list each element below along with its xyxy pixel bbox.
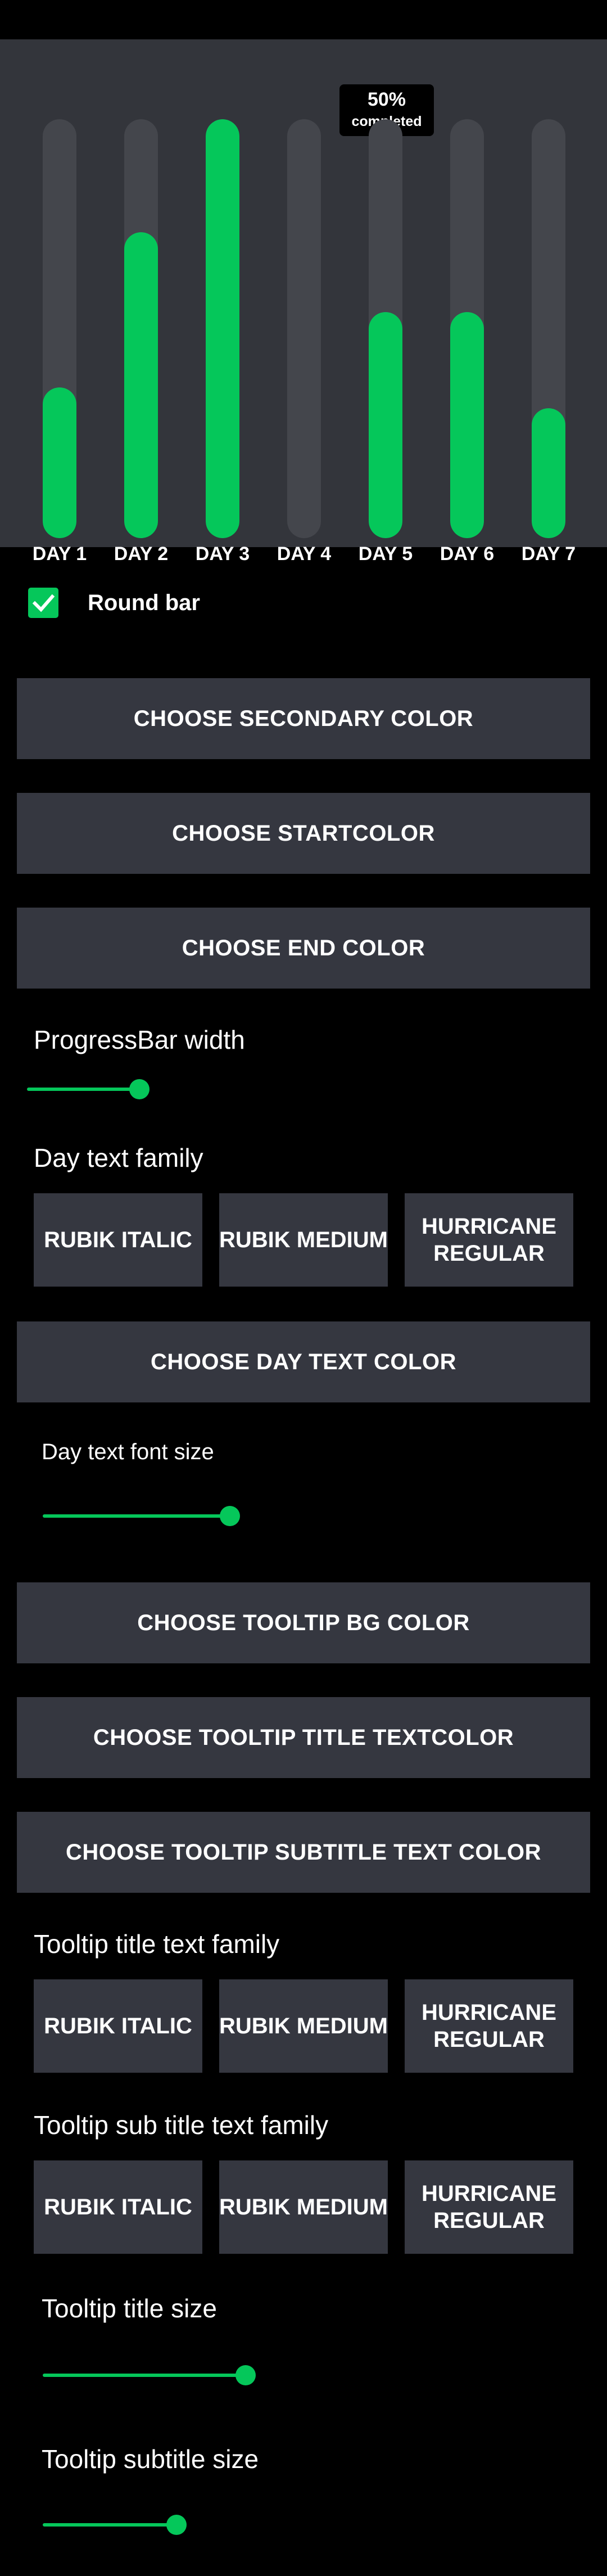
choose-end-color-button[interactable]: CHOOSE END COLOR — [17, 908, 590, 989]
day-label: DAY 6 — [440, 543, 495, 565]
option-label: HURRICANE — [422, 1214, 556, 1239]
bar-fill-day-6 — [450, 312, 484, 538]
tooltip-title-size-slider[interactable] — [43, 2364, 577, 2386]
round-bar-checkbox[interactable] — [28, 588, 58, 618]
progressbar-width-label: ProgressBar width — [34, 1025, 245, 1054]
slider-thumb[interactable] — [166, 2515, 187, 2535]
bar-fill-day-3 — [206, 119, 239, 538]
choose-secondary-color-button[interactable]: CHOOSE SECONDARY COLOR — [17, 678, 590, 759]
tooltip-title-size-label: Tooltip title size — [42, 2294, 217, 2323]
day-label: DAY 4 — [277, 543, 332, 565]
option-label: RUBIK MEDIUM — [219, 1228, 388, 1252]
tooltip-subtitle-size-label: Tooltip subtitle size — [42, 2444, 259, 2474]
day-font-rubik-medium-button[interactable]: RUBIK MEDIUM — [219, 1193, 388, 1287]
progressbar-width-slider[interactable] — [27, 1078, 589, 1100]
day-label: DAY 3 — [195, 543, 250, 565]
choose-tooltip-title-textcolor-button[interactable]: CHOOSE TOOLTIP TITLE TEXTCOLOR — [17, 1697, 590, 1778]
choose-tooltip-subtitle-text-color-button[interactable]: CHOOSE TOOLTIP SUBTITLE TEXT COLOR — [17, 1812, 590, 1893]
choose-day-text-color-button[interactable]: CHOOSE DAY TEXT COLOR — [17, 1321, 590, 1402]
option-label-line2: REGULAR — [433, 1241, 545, 1266]
subtitle-font-rubik-italic-button[interactable]: RUBIK ITALIC — [34, 2160, 202, 2254]
slider-thumb[interactable] — [220, 1506, 240, 1526]
day-label: DAY 7 — [521, 543, 576, 565]
title-font-rubik-italic-button[interactable]: RUBIK ITALIC — [34, 1979, 202, 2073]
bar-fill-day-7 — [532, 408, 565, 538]
bar-track-day-3[interactable] — [206, 119, 239, 538]
day-font-rubik-italic-button[interactable]: RUBIK ITALIC — [34, 1193, 202, 1287]
choose-start-color-button[interactable]: CHOOSE STARTCOLOR — [17, 793, 590, 874]
slider-active-track — [43, 1514, 230, 1518]
option-label: RUBIK MEDIUM — [219, 2195, 388, 2219]
bar-track-day-1[interactable] — [43, 119, 76, 538]
bar-fill-day-5 — [369, 312, 402, 538]
subtitle-font-hurricane-regular-button[interactable]: HURRICANE REGULAR — [405, 2160, 573, 2254]
subtitle-font-rubik-medium-button[interactable]: RUBIK MEDIUM — [219, 2160, 388, 2254]
day-label: DAY 5 — [358, 543, 413, 565]
bar-track-day-4[interactable] — [287, 119, 321, 538]
title-font-hurricane-regular-button[interactable]: HURRICANE REGULAR — [405, 1979, 573, 2073]
option-label: RUBIK ITALIC — [44, 2195, 192, 2219]
bar-track-day-7[interactable] — [532, 119, 565, 538]
option-label: HURRICANE — [422, 2000, 556, 2025]
daily-progress-chart: 50% completed DAY 1DAY 2DAY 3DAY 4DAY 5D… — [0, 39, 607, 565]
check-icon — [32, 594, 55, 612]
day-text-family-label: Day text family — [34, 1143, 203, 1172]
bar-track-day-5[interactable] — [369, 119, 402, 538]
day-label: DAY 1 — [32, 543, 87, 565]
tooltip-subtitle-family-label: Tooltip sub title text family — [34, 2110, 329, 2140]
slider-active-track — [43, 2374, 246, 2377]
tooltip-title-family-label: Tooltip title text family — [34, 1929, 280, 1959]
day-font-hurricane-regular-button[interactable]: HURRICANE REGULAR — [405, 1193, 573, 1287]
slider-active-track — [43, 2523, 176, 2527]
slider-thumb[interactable] — [235, 2365, 256, 2385]
tooltip-subtitle-size-slider[interactable] — [43, 2514, 577, 2536]
slider-thumb[interactable] — [129, 1079, 150, 1099]
day-text-font-size-slider[interactable] — [43, 1505, 577, 1527]
bar-fill-day-1 — [43, 387, 76, 538]
bar-track-day-2[interactable] — [124, 119, 158, 538]
option-label: RUBIK ITALIC — [44, 2014, 192, 2038]
option-label: RUBIK ITALIC — [44, 1228, 192, 1252]
bar-fill-day-2 — [124, 232, 158, 538]
tooltip-title: 50% — [367, 89, 406, 110]
option-label: HURRICANE — [422, 2181, 556, 2206]
choose-tooltip-bg-color-button[interactable]: CHOOSE TOOLTIP BG COLOR — [17, 1582, 590, 1663]
day-label: DAY 2 — [114, 543, 169, 565]
slider-active-track — [27, 1088, 139, 1091]
round-bar-label: Round bar — [88, 590, 200, 615]
bar-track-day-6[interactable] — [450, 119, 484, 538]
day-text-font-size-label: Day text font size — [42, 1440, 214, 1464]
title-font-rubik-medium-button[interactable]: RUBIK MEDIUM — [219, 1979, 388, 2073]
option-label-line2: REGULAR — [433, 2027, 545, 2052]
option-label: RUBIK MEDIUM — [219, 2014, 388, 2038]
option-label-line2: REGULAR — [433, 2208, 545, 2233]
